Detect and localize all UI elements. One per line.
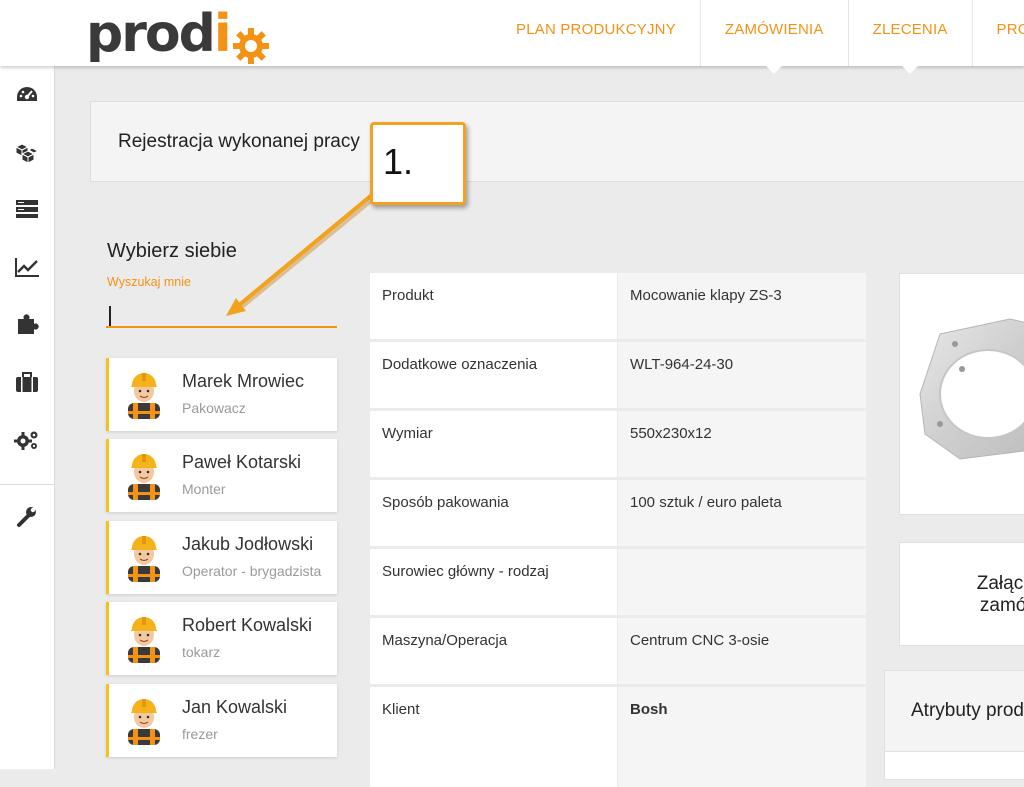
worker-role: Monter [182,481,226,497]
row-value: Centrum CNC 3-osie [618,618,866,684]
boxes-icon[interactable] [0,133,54,173]
worker-avatar [124,369,164,419]
nav-zlecenia[interactable]: ZLECENIA [847,0,972,74]
table-row: Maszyna/Operacja Centrum CNC 3-osie [370,618,866,684]
search-label: Wyszukaj mnie [107,275,191,289]
attachments-title-line2: zamów [979,595,1024,616]
sidebar-divider [0,484,54,485]
product-attributes-card: Atrybuty prod [884,670,1024,780]
table-row: Surowiec główny - rodzaj [370,549,866,615]
annotation-callout: 1. [370,122,466,205]
worker-role: tokarz [182,644,221,660]
row-value: Mocowanie klapy ZS-3 [618,273,866,339]
row-value: Bosh [618,687,866,787]
table-row: Produkt Mocowanie klapy ZS-3 [370,273,866,339]
worker-avatar [124,450,164,500]
top-bar: prod i PLAN PRODUKCYJNY ZAMÓWIENIA ZLECE… [0,0,1024,74]
page-title: Rejestracja wykonanej pracy [118,131,360,152]
worker-role: frezer [182,726,218,742]
row-label: Dodatkowe oznaczenia [370,342,617,408]
row-label: Maszyna/Operacja [370,618,617,684]
row-value [618,549,866,615]
product-image [919,318,1024,460]
annotation-label: 1. [383,141,414,182]
gears-icon[interactable] [0,420,54,460]
logo-text-accent: i [213,4,232,64]
logo-text-dark: prod [86,4,216,64]
table-row: Klient Bosh [370,687,866,787]
puzzle-icon[interactable] [0,304,54,344]
worker-avatar [124,532,164,582]
worker-name: Jan Kowalski [182,697,288,717]
row-label: Produkt [370,273,617,339]
attachments-title: Załączn zamów [950,573,1024,617]
wrench-icon[interactable] [0,496,54,536]
table-row: Dodatkowe oznaczenia WLT-964-24-30 [370,342,866,408]
worker-role: Pakowacz [182,400,246,416]
table-row: Sposób pakowania 100 sztuk / euro paleta [370,480,866,546]
prodio-logo[interactable]: prod i [86,4,270,64]
sidebar [0,66,55,769]
row-label: Surowiec główny - rodzaj [370,549,617,615]
search-worker-input[interactable] [106,300,337,328]
main-nav: PLAN PRODUKCYJNY ZAMÓWIENIA ZLECENIA PRO [492,0,1024,74]
worker-name: Jakub Jodłowski [182,534,314,554]
text-cursor [109,306,111,326]
row-value: 100 sztuk / euro paleta [618,480,866,546]
attributes-header: Atrybuty prod [885,671,1024,752]
table-row: Wymiar 550x230x12 [370,411,866,477]
attributes-title: Atrybuty prod [911,700,1024,721]
worker-card[interactable]: Robert Kowalski tokarz [106,602,337,675]
page-header-panel: Rejestracja wykonanej pracy [90,101,1024,182]
chart-line-icon[interactable] [0,247,54,287]
nav-zamowienia[interactable]: ZAMÓWIENIA [699,0,848,74]
order-attachments-card[interactable]: Załączn zamów [899,542,1024,646]
row-label: Wymiar [370,411,617,477]
row-label: Sposób pakowania [370,480,617,546]
worker-avatar [124,695,164,745]
nav-plan-produkcyjny[interactable]: PLAN PRODUKCYJNY [492,0,700,66]
worker-card[interactable]: Paweł Kotarski Monter [106,439,337,512]
nav-pro[interactable]: PRO [971,0,1024,66]
row-label: Klient [370,687,617,787]
worker-card[interactable]: Jakub Jodłowski Operator - brygadzista [106,521,337,594]
worker-card[interactable]: Marek Mrowiec Pakowacz [106,358,337,431]
server-icon[interactable] [0,189,54,229]
dashboard-icon[interactable] [0,75,54,115]
worker-name: Paweł Kotarski [182,452,302,472]
logo-gear-icon [232,18,270,64]
worker-avatar [124,613,164,663]
select-yourself-heading: Wybierz siebie [107,240,237,262]
row-value: 550x230x12 [618,411,866,477]
attachments-title-line1: Załączn [976,573,1024,594]
worker-role: Operator - brygadzista [182,563,322,579]
worker-name: Marek Mrowiec [182,371,305,391]
worker-card[interactable]: Jan Kowalski frezer [106,684,337,757]
briefcase-icon[interactable] [0,362,54,402]
worker-name: Robert Kowalski [182,615,313,635]
row-value: WLT-964-24-30 [618,342,866,408]
product-image-card[interactable] [899,273,1024,515]
